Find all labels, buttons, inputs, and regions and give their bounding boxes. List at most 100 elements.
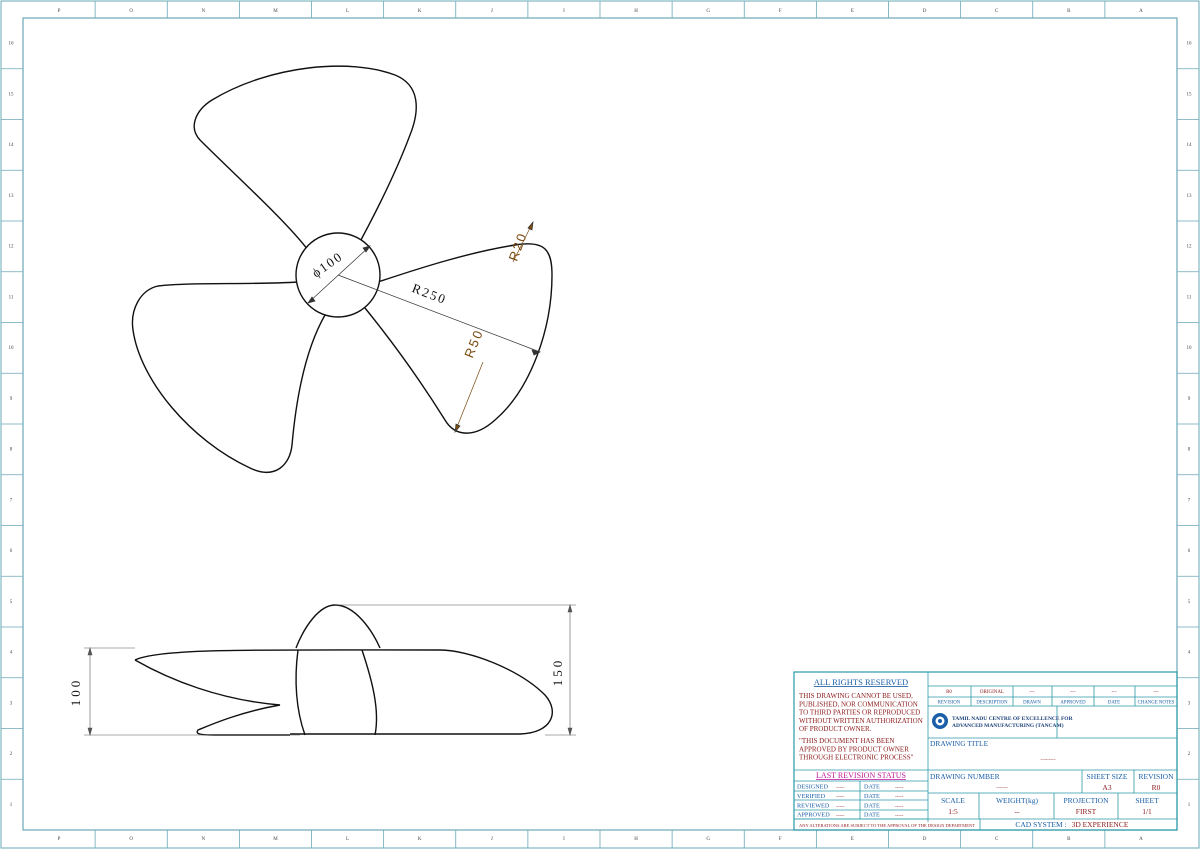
zone-row-right-15: 15 [1187,92,1193,97]
sheet-label: SHEET [1135,796,1159,805]
rev-header: DESCRIPTION [976,701,1008,706]
approval-notice: "THIS DOCUMENT HAS BEENAPPROVED BY PRODU… [799,737,914,762]
zone-row-left-8: 8 [10,448,13,453]
dimension-height-150: 150 [550,658,565,687]
zone-row-right-9: 9 [1188,397,1191,402]
status-value: ----- [836,786,845,791]
notice-line: TO THIRD PARTIES OR REPRODUCED [799,709,920,717]
zone-col-top-P: P [58,9,61,14]
dimension-r250: R250 [410,280,449,307]
zone-row-left-9: 9 [10,397,13,402]
zone-row-left-11: 11 [9,295,14,300]
zone-col-top-B: B [1067,9,1071,14]
zone-row-left-14: 14 [9,143,15,148]
last-revision-status: LAST REVISION STATUS [816,771,906,780]
zone-col-bottom-I: I [563,837,565,842]
status-label: VERIFIED [797,793,826,800]
status-value: ----- [836,804,845,809]
logo-text-line2: ADVANCED MANUFACTURING (TANCAM) [952,722,1064,729]
inner-border [22,17,1178,831]
dimension-r20: R20 [506,230,530,263]
status-label: APPROVED [797,812,830,819]
revision-table-headers: REVISION DESCRIPTION DRAWN APPROVED DATE CHAN… [938,701,1175,706]
side-curve-2 [361,649,378,736]
revision-value: R0 [1152,783,1161,792]
side-body [134,649,553,735]
zone-row-right-11: 11 [1187,295,1192,300]
rev-value: --- [1071,690,1076,695]
sheet-size-label: SHEET SIZE [1087,772,1128,781]
zone-row-labels: 16 1615 1514 1413 1312 1211 1110 109 98 87 76 65 54 4… [1,42,1199,808]
drawing-title-value: --------- [1041,758,1056,763]
zone-row-right-2: 2 [1188,752,1191,757]
zone-col-bottom-J: J [491,837,493,842]
zone-row-right-5: 5 [1188,600,1191,605]
zone-col-bottom-P: P [58,837,61,842]
zone-col-bottom-N: N [202,837,206,842]
zone-col-top-G: G [706,9,710,14]
sheet-value: 1/1 [1142,807,1152,816]
scale-label: SCALE [941,796,965,805]
rev-header: REVISION [938,701,961,706]
projection-label: PROJECTION [1063,796,1109,805]
approval-line: THROUGH ELECTRONIC PROCESS" [799,754,914,762]
rev-header: APPROVED [1060,701,1086,706]
revision-label: REVISION [1139,772,1175,781]
side-view-dimensions [84,603,576,737]
zone-row-left-3: 3 [10,701,13,706]
tancam-logo-icon [932,713,948,729]
status-date-value: ----- [895,786,904,791]
zone-col-bottom-M: M [273,837,278,842]
projection-value: FIRST [1076,807,1097,816]
zone-row-right-16: 16 [1187,42,1193,47]
rev-value: --- [1154,690,1159,695]
zone-col-bottom-H: H [634,837,638,842]
zone-col-top-C: C [995,9,999,14]
status-table: DESIGNED ----- DATE ----- VERIFIED ----- DATE -… [797,784,904,819]
status-date-label: DATE [864,812,880,819]
status-date-label: DATE [864,802,880,809]
zone-col-bottom-O: O [129,837,133,842]
side-upper-fin [295,604,381,649]
drawing-number-label: DRAWING NUMBER [930,772,1000,781]
zone-col-top-I: I [563,9,565,14]
zone-col-top-K: K [418,9,422,14]
status-value: ----- [836,814,845,819]
zone-row-left-2: 2 [10,752,13,757]
zone-row-right-10: 10 [1187,346,1193,351]
weight-label: WEIGHT(kg) [996,796,1039,805]
dimension-r50: R50 [461,327,486,360]
rev-value: --- [1030,690,1035,695]
zone-row-left-4: 4 [10,651,13,656]
zone-col-top-F: F [779,9,782,14]
zone-row-right-7: 7 [1188,498,1191,503]
rev-header: DATE [1108,701,1120,706]
status-label: DESIGNED [797,784,828,791]
weight-value: -- [1015,807,1020,816]
zone-col-bottom-B: B [1067,837,1071,842]
zone-row-right-13: 13 [1187,194,1193,199]
zone-row-left-7: 7 [10,498,13,503]
zone-col-bottom-L: L [346,837,349,842]
sheet-size-value: A3 [1102,783,1111,792]
rev-value: ORIGINAL [980,690,1004,695]
zone-col-bottom-D: D [923,837,927,842]
rights-notice: THIS DRAWING CANNOT BE USED,PUBLISHED, N… [799,692,923,733]
zone-col-bottom-F: F [779,837,782,842]
notice-line: THIS DRAWING CANNOT BE USED, [799,692,913,700]
approval-line: APPROVED BY PRODUCT OWNER [799,745,909,753]
zone-row-left-12: 12 [9,245,15,250]
notice-line: WITHOUT WRITTEN AUTHORIZATION [799,717,923,725]
notice-line: PUBLISHED, NOR COMMUNICATION [799,700,918,708]
drawing-sheet: PPOONNMMLLKKJJIIHHGGFFEEDDCCBBAA 16 1615 1… [0,0,1200,849]
zone-row-left-6: 6 [10,549,13,554]
rights-title: ALL RIGHTS RESERVED [814,677,908,687]
zone-col-bottom-K: K [418,837,422,842]
zone-row-left-10: 10 [9,346,15,351]
status-value: ----- [836,795,845,800]
zone-col-top-O: O [129,9,133,14]
side-lower-blade [134,659,290,736]
zone-col-top-H: H [634,9,638,14]
zone-row-right-14: 14 [1187,143,1193,148]
dimension-height-100: 100 [68,678,83,707]
